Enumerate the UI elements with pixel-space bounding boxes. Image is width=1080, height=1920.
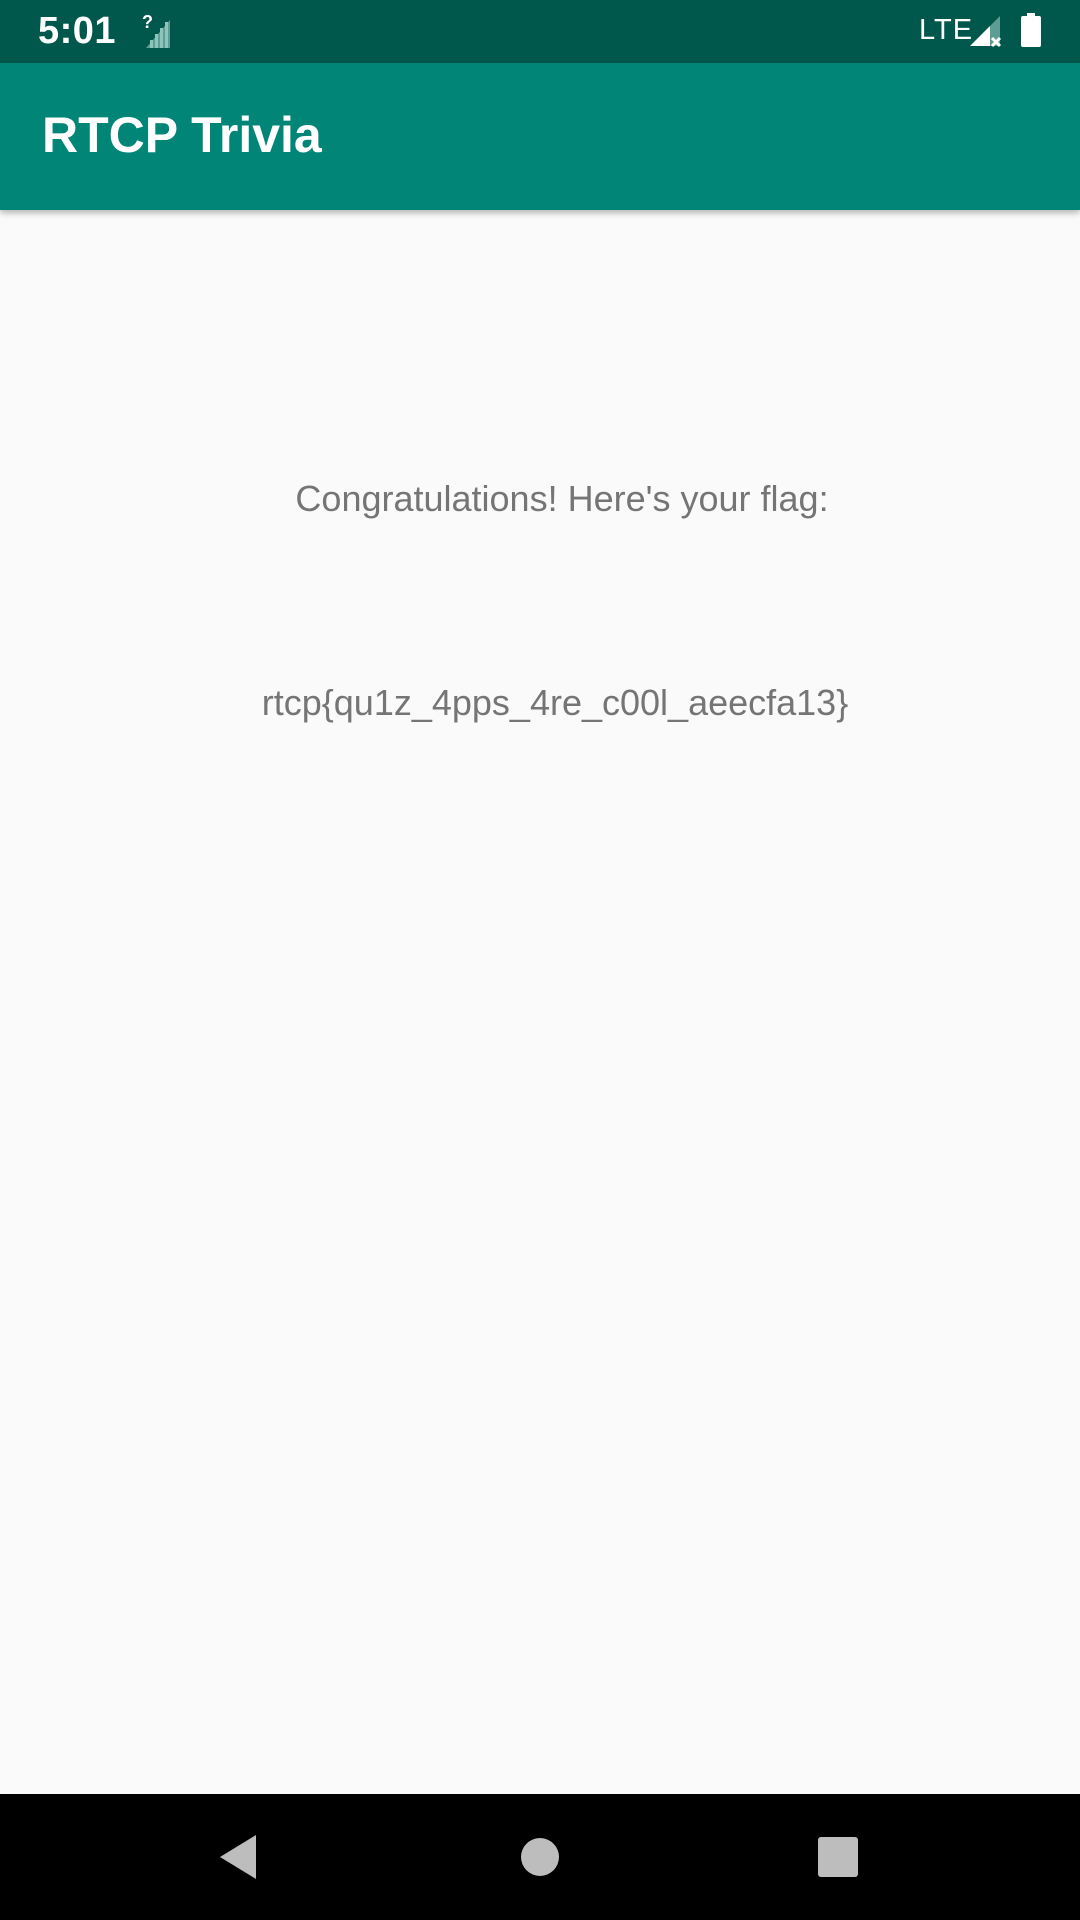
recents-icon bbox=[818, 1837, 858, 1877]
home-button[interactable] bbox=[510, 1827, 570, 1887]
cell-signal-no-data-icon bbox=[968, 14, 1004, 50]
svg-text:?: ? bbox=[142, 14, 153, 32]
recents-button[interactable] bbox=[808, 1827, 868, 1887]
app-title: RTCP Trivia bbox=[42, 107, 322, 163]
home-icon bbox=[521, 1838, 559, 1876]
back-icon bbox=[220, 1835, 256, 1879]
flag-value: rtcp{qu1z_4pps_4re_c00l_aeecfa13} bbox=[261, 682, 849, 723]
main-content: Congratulations! Here's your flag: rtcp{… bbox=[0, 210, 1080, 1794]
back-button[interactable] bbox=[208, 1827, 268, 1887]
navigation-bar bbox=[0, 1794, 1080, 1920]
app-bar: RTCP Trivia bbox=[0, 63, 1080, 210]
status-time: 5:01 bbox=[38, 10, 117, 52]
battery-full-icon bbox=[1021, 13, 1041, 47]
congratulations-message: Congratulations! Here's your flag: bbox=[295, 478, 829, 519]
status-bar: 5:01 ? LTE bbox=[0, 0, 1080, 63]
signal-unknown-icon: ? bbox=[142, 12, 174, 48]
network-type-label: LTE bbox=[919, 14, 974, 46]
